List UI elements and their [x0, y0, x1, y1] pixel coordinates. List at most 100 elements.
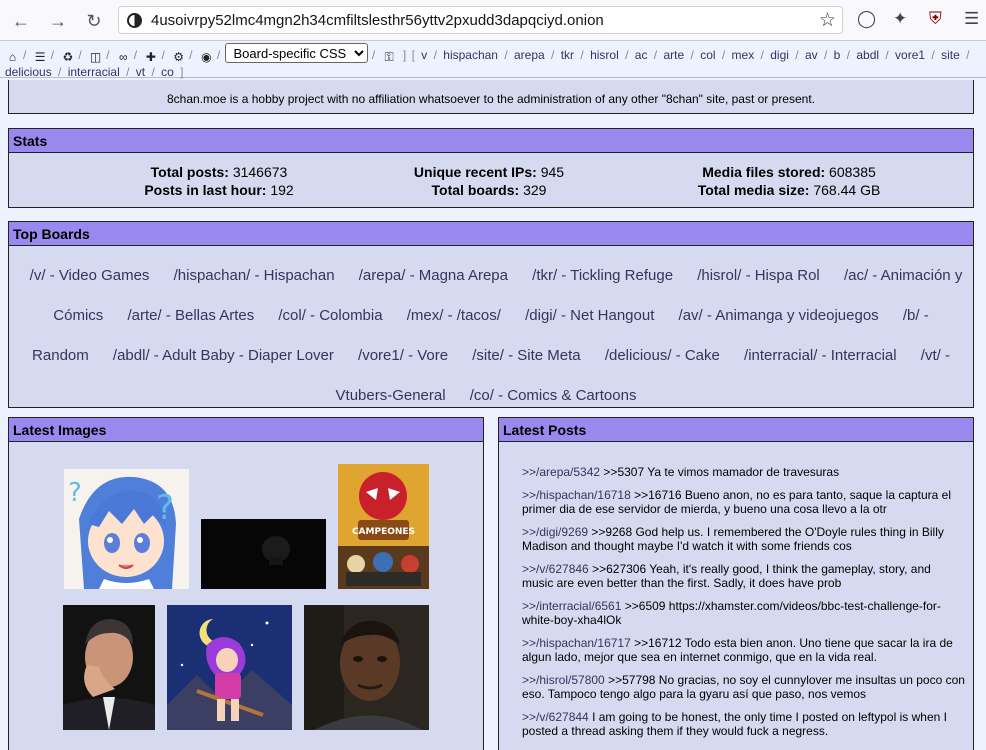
- magic-wand-icon[interactable]: ✦: [893, 9, 907, 29]
- back-arrow-icon[interactable]: ←: [8, 8, 34, 34]
- nav-board-link[interactable]: tkr: [561, 48, 574, 62]
- top-board-link[interactable]: /mex/ - /tacos/: [407, 307, 501, 324]
- menu-icon[interactable]: ☰: [964, 9, 979, 29]
- top-board-link[interactable]: /digi/ - Net Hangout: [525, 307, 654, 324]
- top-boards-list: /v/ - Video Games /hispachan/ - Hispacha…: [19, 256, 963, 416]
- post-text: >>5307 Ya te vimos mamador de travesuras: [603, 465, 840, 479]
- browser-toolbar: ← → ↻ 4usoivrpy52lmc4mgn2h34cmfiltslesth…: [0, 0, 986, 41]
- eye-icon[interactable]: ◉: [200, 49, 213, 64]
- top-board-link[interactable]: /v/ - Video Games: [30, 267, 150, 284]
- top-board-link[interactable]: /abdl/ - Adult Baby - Diaper Lover: [113, 347, 334, 364]
- post-item: >>/arepa/5342 >>5307 Ya te vimos mamador…: [522, 465, 965, 479]
- nav-board-link[interactable]: col: [700, 48, 715, 62]
- post-link[interactable]: >>/interracial/6561: [522, 599, 621, 613]
- infinity-icon[interactable]: ∞: [117, 49, 130, 64]
- shield-icon[interactable]: ◯: [857, 9, 876, 29]
- notice-box: 8chan.moe is a hobby project with no aff…: [8, 80, 974, 114]
- unique-ips-value: 945: [540, 164, 565, 180]
- media-files-label: Media files stored:: [702, 164, 826, 180]
- total-posts-value: 3146673: [232, 164, 288, 180]
- thumbnail-campeones-poster[interactable]: CAMPEONES: [338, 464, 429, 589]
- top-board-link[interactable]: /hisrol/ - Hispa Rol: [697, 267, 820, 284]
- total-boards-value: 329: [523, 182, 547, 198]
- top-board-link[interactable]: /vore1/ - Vore: [358, 347, 448, 364]
- url-text[interactable]: 4usoivrpy52lmc4mgn2h34cmfiltslesthr56ytt…: [151, 12, 604, 29]
- stats-posts-column: Total posts: 3146673 Posts in last hour:…: [69, 163, 369, 199]
- top-board-link[interactable]: /arepa/ - Magna Arepa: [359, 267, 508, 284]
- bookmark-star-icon[interactable]: ☆: [819, 9, 836, 32]
- post-item: >>/hisrol/57800 >>57798 No gracias, no s…: [522, 673, 965, 701]
- plugin-icon[interactable]: ✚: [144, 49, 157, 64]
- post-link[interactable]: >>/hispachan/16717: [522, 636, 631, 650]
- nav-board-link[interactable]: delicious: [5, 65, 52, 79]
- post-item: >>/v/627846 >>627306 Yeah, it's really g…: [522, 562, 965, 590]
- site-navigation: ⌂ / ☰ / ♻ / ◫ / ∞ / ✚ / ⚙ / ◉ / Board-specific C…: [0, 41, 986, 79]
- post-link[interactable]: >>/arepa/5342: [522, 465, 600, 479]
- posts-last-hour-label: Posts in last hour:: [144, 182, 267, 198]
- top-board-link[interactable]: /co/ - Comics & Cartoons: [470, 387, 637, 404]
- stats-title: Stats: [9, 129, 973, 153]
- top-board-link[interactable]: /hispachan/ - Hispachan: [174, 267, 335, 284]
- nav-board-link[interactable]: arte: [663, 48, 684, 62]
- nav-board-link[interactable]: digi: [770, 48, 789, 62]
- total-boards-label: Total boards:: [431, 182, 520, 198]
- nav-board-link[interactable]: interracial: [68, 65, 120, 79]
- thumbnail-moon-girl[interactable]: [167, 605, 292, 730]
- thumbnail-anime-girl[interactable]: ? ?: [64, 469, 189, 589]
- key-icon[interactable]: ⚿: [383, 49, 396, 64]
- settings-gear-icon[interactable]: ⚙: [172, 49, 185, 64]
- nav-board-link[interactable]: b: [834, 48, 841, 62]
- stats-ips-column: Unique recent IPs: 945 Total boards: 329: [339, 163, 639, 199]
- svg-text:?: ?: [68, 478, 82, 508]
- reload-icon[interactable]: ↻: [81, 8, 107, 34]
- forward-arrow-icon[interactable]: →: [45, 8, 71, 34]
- post-item: >>/v/627844 I am going to be honest, the…: [522, 710, 965, 738]
- post-link[interactable]: >>/hisrol/57800: [522, 673, 605, 687]
- post-link[interactable]: >>/v/627844: [522, 710, 589, 724]
- nav-board-link[interactable]: arepa: [514, 48, 545, 62]
- home-icon[interactable]: ⌂: [6, 49, 19, 64]
- unique-ips-label: Unique recent IPs:: [413, 164, 537, 180]
- board-css-select[interactable]: Board-specific CSS: [224, 43, 368, 63]
- overboard-icon[interactable]: ♻: [61, 49, 74, 64]
- thumbnail-dark-image[interactable]: [201, 519, 326, 589]
- ublock-icon[interactable]: ⛨: [929, 9, 942, 29]
- notice-text: 8chan.moe is a hobby project with no aff…: [167, 92, 815, 106]
- list-icon[interactable]: ☰: [34, 49, 47, 64]
- latest-images-title: Latest Images: [9, 418, 483, 442]
- stats-media-column: Media files stored: 608385 Total media s…: [649, 163, 929, 199]
- nav-board-link[interactable]: ac: [635, 48, 648, 62]
- top-board-link[interactable]: /arte/ - Bellas Artes: [127, 307, 254, 324]
- nav-board-link[interactable]: vt: [136, 65, 145, 79]
- nav-board-link[interactable]: av: [805, 48, 818, 62]
- address-bar[interactable]: 4usoivrpy52lmc4mgn2h34cmfiltslesthr56ytt…: [118, 6, 843, 34]
- nav-board-link[interactable]: abdl: [856, 48, 879, 62]
- stats-box: Stats Total posts: 3146673 Posts in last…: [8, 128, 974, 208]
- svg-text:?: ?: [156, 488, 174, 528]
- post-link[interactable]: >>/digi/9269: [522, 525, 588, 539]
- media-size-label: Total media size:: [697, 182, 810, 198]
- nav-board-link[interactable]: site: [941, 48, 960, 62]
- top-board-link[interactable]: /tkr/ - Tickling Refuge: [532, 267, 673, 284]
- nav-board-link[interactable]: hisrol: [590, 48, 619, 62]
- nav-board-link[interactable]: v: [421, 48, 427, 62]
- top-board-link[interactable]: /av/ - Animanga y videojuegos: [679, 307, 879, 324]
- top-board-link[interactable]: /site/ - Site Meta: [472, 347, 580, 364]
- thumbnail-man-portrait[interactable]: [63, 605, 155, 730]
- post-item: >>/digi/9269 >>9268 God help us. I remem…: [522, 525, 965, 553]
- nav-board-link[interactable]: hispachan: [443, 48, 498, 62]
- post-item: >>/hispachan/16717 >>16712 Todo esta bie…: [522, 636, 965, 664]
- top-board-link[interactable]: /delicious/ - Cake: [605, 347, 720, 364]
- total-posts-label: Total posts:: [150, 164, 229, 180]
- nav-board-link[interactable]: vore1: [895, 48, 925, 62]
- post-item: >>/interracial/6561 >>6509 https://xhams…: [522, 599, 965, 627]
- top-board-link[interactable]: /interracial/ - Interracial: [744, 347, 897, 364]
- post-link[interactable]: >>/v/627846: [522, 562, 589, 576]
- top-board-link[interactable]: /col/ - Colombia: [278, 307, 382, 324]
- nav-board-link[interactable]: mex: [732, 48, 755, 62]
- nav-board-link[interactable]: co: [161, 65, 174, 79]
- svg-text:CAMPEONES: CAMPEONES: [352, 527, 415, 537]
- briefcase-icon[interactable]: ◫: [89, 49, 102, 64]
- post-link[interactable]: >>/hispachan/16718: [522, 488, 631, 502]
- thumbnail-man-closeup[interactable]: [304, 605, 429, 730]
